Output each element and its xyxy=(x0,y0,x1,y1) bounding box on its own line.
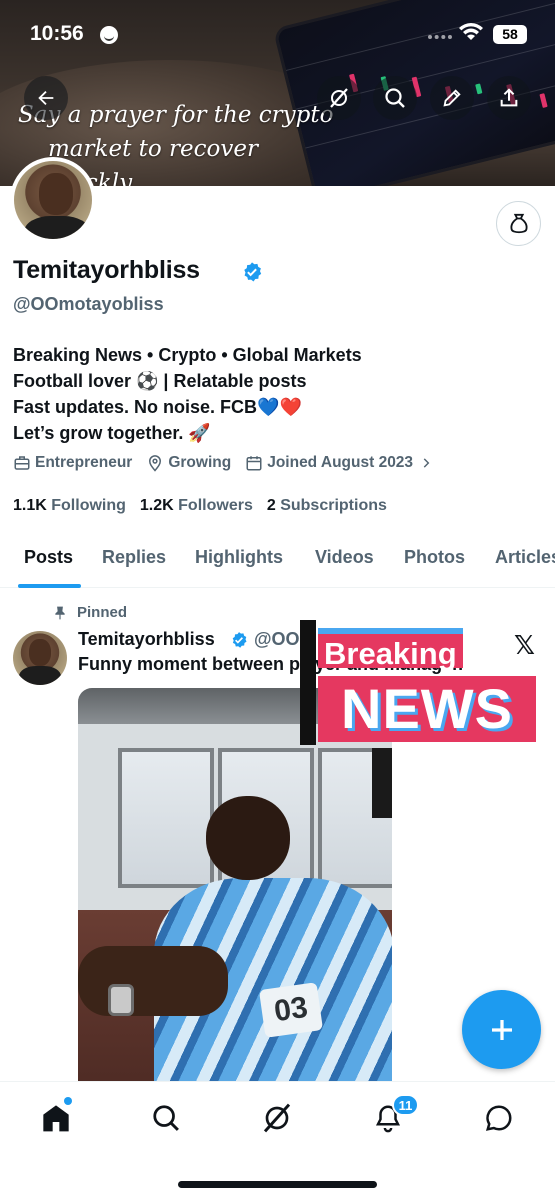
notifications-badge: 11 xyxy=(392,1094,419,1116)
bio-line: Breaking News • Crypto • Global Markets xyxy=(13,345,362,365)
pin-icon xyxy=(55,606,65,619)
breaking-label: Breaking xyxy=(318,628,463,671)
focus-icon xyxy=(100,26,118,44)
plus-icon xyxy=(491,1019,512,1040)
followers-label: Followers xyxy=(178,497,253,514)
meta-location: Growing xyxy=(146,454,231,472)
tab-photos[interactable]: Photos xyxy=(404,547,465,568)
profile-meta: Entrepreneur Growing Joined August 2023 xyxy=(13,454,451,472)
battery-indicator: 58 xyxy=(493,25,527,44)
pencil-icon xyxy=(443,89,461,107)
subscriptions-label: Subscriptions xyxy=(280,497,387,514)
subscriptions-count: 2 xyxy=(266,497,276,514)
tab-replies[interactable]: Replies xyxy=(102,547,166,568)
x-logo-icon: 𝕏 xyxy=(514,630,535,660)
profile-name: Temitayorhbliss xyxy=(13,256,200,284)
followers-link[interactable]: 1.2K Followers xyxy=(140,497,253,515)
grok-button[interactable] xyxy=(317,76,361,120)
post-author-name[interactable]: Temitayorhbliss xyxy=(78,629,215,650)
briefcase-icon xyxy=(14,456,30,470)
search-icon xyxy=(385,88,405,108)
search-icon xyxy=(153,1105,179,1131)
news-label: NEWS xyxy=(318,676,536,742)
home-new-dot xyxy=(64,1097,72,1105)
pinned-text: Pinned xyxy=(77,604,128,621)
tab-articles[interactable]: Articles xyxy=(495,547,555,568)
status-time: 10:56 xyxy=(30,22,84,45)
profile-tabs: Posts Replies Highlights Videos Photos A… xyxy=(0,528,555,588)
profile-avatar[interactable] xyxy=(10,157,96,243)
chevron-right-icon xyxy=(423,458,430,468)
meta-category: Entrepreneur xyxy=(13,454,132,472)
jersey-number: 03 xyxy=(258,982,324,1038)
meta-joined-label: Joined August 2023 xyxy=(267,454,414,471)
bio-line: Football lover ⚽ | Relatable posts xyxy=(13,371,307,391)
share-icon xyxy=(500,88,518,107)
post-video[interactable]: 03 xyxy=(78,688,392,1088)
tab-videos[interactable]: Videos xyxy=(315,547,374,568)
subscriptions-link[interactable]: 2 Subscriptions xyxy=(267,497,387,515)
search-button[interactable] xyxy=(373,76,417,120)
followers-count: 1.2K xyxy=(139,497,174,514)
following-link[interactable]: 1.1K Following xyxy=(13,497,126,515)
breaking-news-overlay: Breaking NEWS xyxy=(300,620,540,745)
post-author-handle: @OOmotayobliss xyxy=(254,629,304,649)
grok-icon xyxy=(330,88,348,108)
active-tab-indicator xyxy=(18,584,81,588)
home-indicator xyxy=(178,1181,377,1188)
calendar-icon xyxy=(246,456,262,471)
home-icon xyxy=(43,1105,69,1132)
post-author-avatar[interactable] xyxy=(13,631,67,685)
grok-icon xyxy=(263,1103,291,1133)
following-label: Following xyxy=(51,497,126,514)
profile-counts: 1.1K Following 1.2K Followers 2 Subscrip… xyxy=(13,497,401,515)
share-button[interactable] xyxy=(487,76,531,120)
money-bag-icon xyxy=(509,213,528,233)
location-pin-icon xyxy=(149,455,162,472)
tab-highlights[interactable]: Highlights xyxy=(195,547,283,568)
meta-location-label: Growing xyxy=(168,454,232,471)
nav-search[interactable] xyxy=(148,1100,184,1136)
meta-category-label: Entrepreneur xyxy=(35,454,133,471)
edit-button[interactable] xyxy=(430,76,474,120)
bio-line: Let’s grow together. 🚀 xyxy=(13,423,211,443)
back-button[interactable] xyxy=(24,76,68,120)
arrow-left-icon xyxy=(38,90,54,106)
profile-bio: Breaking News • Crypto • Global Markets … xyxy=(13,342,362,446)
signal-dots-icon xyxy=(428,35,452,39)
meta-joined[interactable]: Joined August 2023 xyxy=(245,454,437,472)
nav-home[interactable] xyxy=(38,1100,74,1136)
chat-bubble-icon xyxy=(485,1105,512,1131)
following-count: 1.1K xyxy=(13,497,47,514)
verified-badge-icon xyxy=(232,632,247,648)
nav-grok[interactable] xyxy=(259,1100,295,1136)
subscribe-button[interactable] xyxy=(496,201,541,246)
profile-handle: @OOmotayobliss xyxy=(13,294,164,314)
compose-button[interactable] xyxy=(462,990,541,1069)
nav-messages[interactable] xyxy=(481,1100,517,1136)
pinned-label: Pinned xyxy=(53,604,127,621)
bio-line: Fast updates. No noise. FCB💙❤️ xyxy=(13,397,302,417)
verified-badge-icon xyxy=(244,262,262,282)
tab-posts[interactable]: Posts xyxy=(24,547,73,568)
status-bar: 10:56 58 xyxy=(0,0,555,70)
wifi-icon xyxy=(459,23,483,40)
